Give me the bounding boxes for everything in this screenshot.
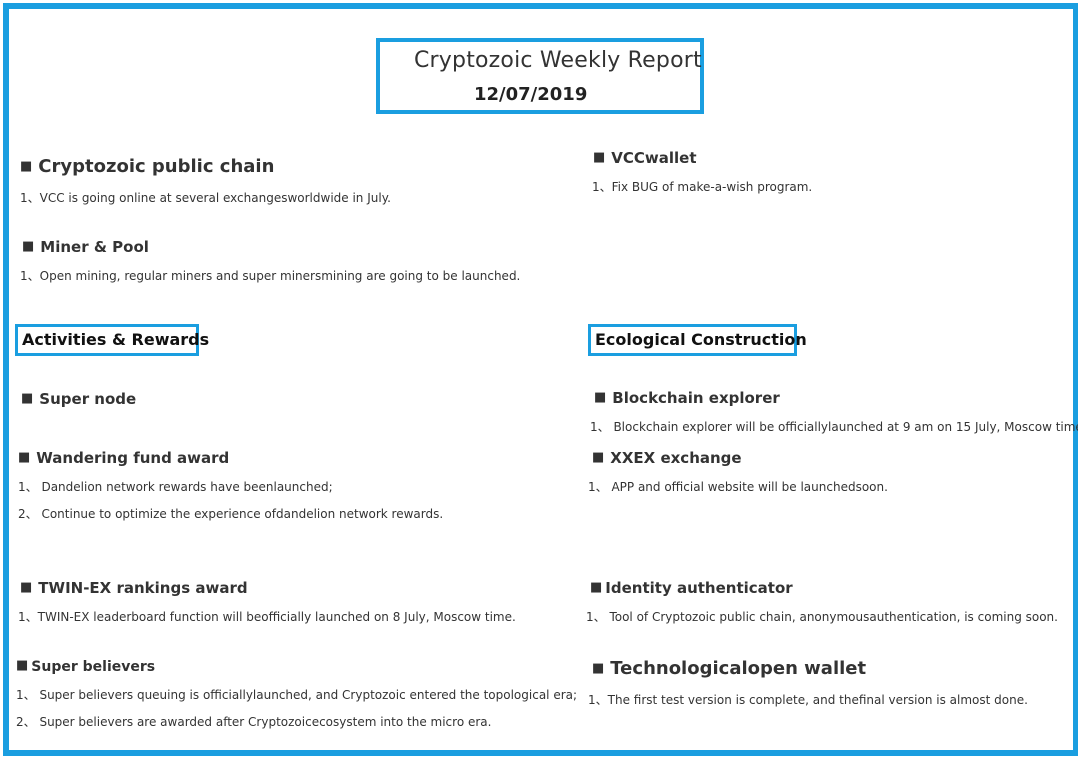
xxex-item-1: 1、 APP and official website will be laun… (588, 480, 888, 494)
section-heading: Cryptozoic public chain (38, 156, 275, 177)
section-heading: Technologicalopen wallet (610, 658, 867, 679)
wandering-item-1: 1、 Dandelion network rewards have beenla… (18, 480, 333, 494)
title-box: Cryptozoic Weekly Report 12/07/2019 (376, 38, 704, 114)
explorer-item-1: 1、 Blockchain explorer will be officiall… (590, 420, 1078, 434)
miner-pool-item-1: 1、Open mining, regular miners and super … (20, 269, 521, 283)
bullet-square-icon: ■ (22, 239, 35, 254)
section-heading: Wandering fund award (36, 449, 230, 467)
section-heading: TWIN-EX rankings award (38, 579, 248, 597)
bullet-square-icon: ■ (21, 391, 34, 406)
section-heading: Super believers (31, 659, 156, 675)
section-public-chain: ■ Cryptozoic public chain (20, 156, 274, 177)
bullet-square-icon: ■ (20, 159, 33, 174)
section-heading: Miner & Pool (40, 238, 149, 256)
bullet-square-icon: ■ (20, 580, 33, 595)
vccwallet-item-1: 1、Fix BUG of make-a-wish program. (592, 180, 813, 194)
section-wandering-fund: ■ Wandering fund award (18, 449, 229, 467)
bullet-square-icon: ■ (592, 661, 605, 676)
bullet-square-icon: ■ (590, 580, 603, 595)
bullet-square-icon: ■ (16, 658, 29, 673)
identity-item-1: 1、 Tool of Cryptozoic public chain, anon… (586, 610, 1058, 624)
section-blockchain-explorer: ■ Blockchain explorer (594, 389, 780, 407)
ecological-construction-label: Ecological Construction (588, 324, 807, 356)
super-believers-item-2: 2、 Super believers are awarded after Cry… (16, 715, 492, 729)
section-super-believers: ■ Super believers (16, 658, 155, 675)
open-wallet-item-1: 1、The first test version is complete, an… (588, 693, 1028, 707)
wandering-item-2: 2、 Continue to optimize the experience o… (18, 507, 444, 521)
bullet-square-icon: ■ (18, 450, 31, 465)
bullet-square-icon: ■ (593, 150, 606, 165)
section-twin-ex: ■ TWIN-EX rankings award (20, 579, 248, 597)
super-believers-item-1: 1、 Super believers queuing is officially… (16, 688, 578, 702)
section-heading: VCCwallet (611, 149, 697, 167)
section-miner-pool: ■ Miner & Pool (22, 238, 149, 256)
report-frame (3, 3, 1078, 756)
section-xxex-exchange: ■ XXEX exchange (592, 449, 742, 467)
section-heading: Super node (39, 390, 137, 408)
report-title: Cryptozoic Weekly Report (414, 48, 702, 73)
section-identity-authenticator: ■ Identity authenticator (590, 579, 793, 597)
bullet-square-icon: ■ (592, 450, 605, 465)
activities-rewards-label: Activities & Rewards (15, 324, 209, 356)
section-super-node: ■ Super node (21, 390, 136, 408)
section-open-wallet: ■ Technologicalopen wallet (592, 658, 866, 679)
twin-ex-item-1: 1、TWIN-EX leaderboard function will beof… (18, 610, 516, 624)
section-vccwallet: ■ VCCwallet (593, 149, 697, 167)
report-date: 12/07/2019 (474, 84, 588, 105)
section-heading: Identity authenticator (605, 579, 793, 597)
bullet-square-icon: ■ (594, 390, 607, 405)
public-chain-item-1: 1、VCC is going online at several exchang… (20, 191, 391, 205)
section-heading: Blockchain explorer (612, 389, 780, 407)
section-heading: XXEX exchange (610, 449, 742, 467)
